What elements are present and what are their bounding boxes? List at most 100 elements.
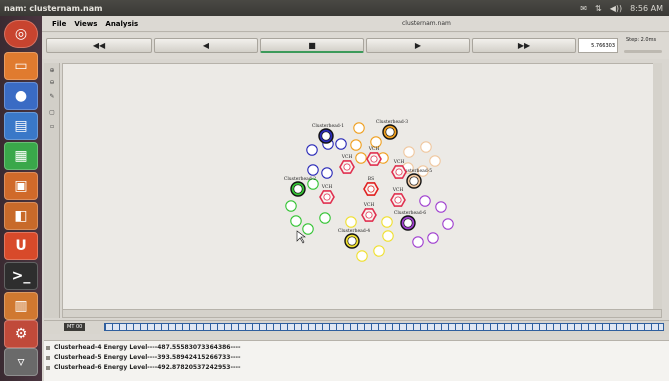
network-canvas[interactable]: Clusterhead-1 Clusterhead-3 Clusterhead-5 C… xyxy=(62,63,662,318)
software-center-icon[interactable]: ◧ xyxy=(4,202,38,230)
node-label: Clusterhead-4 xyxy=(338,228,370,234)
clusterhead-core[interactable] xyxy=(293,184,303,194)
window-title: nam: clusternam.nam xyxy=(4,3,103,13)
sensor-node[interactable] xyxy=(319,212,331,224)
sensor-node[interactable] xyxy=(350,139,362,151)
vch-node-core[interactable] xyxy=(343,163,351,171)
step-control[interactable]: Step: 2.0ms xyxy=(622,36,666,55)
sensor-node[interactable] xyxy=(307,164,319,176)
sensor-node[interactable] xyxy=(335,138,347,150)
clusterhead-core[interactable] xyxy=(409,176,419,186)
node-label: Clusterhead-6 xyxy=(394,210,426,216)
base-station-node-core[interactable] xyxy=(367,185,375,193)
zoom-in-icon[interactable]: ⊕ xyxy=(46,67,58,76)
edit-icon[interactable]: ✎ xyxy=(46,93,58,102)
files-icon[interactable]: ▭ xyxy=(4,52,38,80)
workspace-icon[interactable]: ▥ xyxy=(4,292,38,320)
log-line-2: Clusterhead-5 Energy Level----393.589424… xyxy=(54,354,241,361)
menu-views[interactable]: Views xyxy=(70,20,101,28)
node-label: Clusterhead-3 xyxy=(376,119,408,125)
clusterhead-core[interactable] xyxy=(385,127,395,137)
vertical-scrollbar[interactable] xyxy=(653,63,662,309)
log-marker xyxy=(46,366,50,370)
log-marker xyxy=(46,356,50,360)
node-label: BS xyxy=(368,176,374,182)
node-label: VCH xyxy=(341,154,353,160)
sensor-node[interactable] xyxy=(382,230,394,242)
sensor-node[interactable] xyxy=(381,216,393,228)
log-line-3: Clusterhead-6 Energy Level----492.878205… xyxy=(54,364,241,371)
sensor-node[interactable] xyxy=(321,167,333,179)
menu-file[interactable]: File xyxy=(48,20,70,28)
node-label: Clusterhead-1 xyxy=(312,123,344,129)
volume-icon[interactable]: ◀)) xyxy=(610,4,622,13)
launcher: ◎ ▭ ● ▤ ▦ ▣ ◧ U >_ ▥ ⚙ ▿ xyxy=(0,16,42,381)
time-display: 5.766303 xyxy=(578,38,618,53)
vch-node-core[interactable] xyxy=(394,196,402,204)
trash-icon[interactable]: ▿ xyxy=(4,348,38,376)
writer-icon[interactable]: ▤ xyxy=(4,112,38,140)
sensor-node[interactable] xyxy=(355,152,367,164)
network-icon[interactable]: ⇅ xyxy=(595,4,602,13)
sensor-node[interactable] xyxy=(442,218,454,230)
sensor-node[interactable] xyxy=(420,141,432,153)
top-panel: nam: clusternam.nam ✉ ⇅ ◀)) 8:56 AM xyxy=(0,0,669,16)
sensor-node[interactable] xyxy=(290,215,302,227)
sensor-node[interactable] xyxy=(429,155,441,167)
sensor-node[interactable] xyxy=(373,245,385,257)
impress-icon[interactable]: ▣ xyxy=(4,172,38,200)
firefox-icon[interactable]: ● xyxy=(4,82,38,110)
timeline-ticks[interactable] xyxy=(104,323,664,331)
clusterhead-core[interactable] xyxy=(403,218,413,228)
vch-node-core[interactable] xyxy=(365,211,373,219)
event-log: Clusterhead-4 Energy Level----487.555830… xyxy=(44,340,669,381)
clock[interactable]: 8:56 AM xyxy=(630,4,663,13)
sensor-node[interactable] xyxy=(370,136,382,148)
stop-button[interactable]: ■ xyxy=(260,38,364,53)
timeline[interactable]: MT 00 xyxy=(44,320,669,334)
sensor-node[interactable] xyxy=(435,201,447,213)
sensor-node[interactable] xyxy=(403,146,415,158)
sensor-node[interactable] xyxy=(353,122,365,134)
monitor-icon[interactable]: ▢ xyxy=(46,109,58,118)
node-label: Clusterhead-2 xyxy=(284,176,316,182)
node-label: VCH xyxy=(321,184,333,190)
sensor-node[interactable] xyxy=(306,144,318,156)
sensor-node[interactable] xyxy=(345,216,357,228)
log-marker xyxy=(46,346,50,350)
node-label: VCH xyxy=(368,146,380,152)
sensor-node[interactable] xyxy=(356,250,368,262)
sensor-node[interactable] xyxy=(285,200,297,212)
step-slider[interactable] xyxy=(624,50,662,53)
sensor-node[interactable] xyxy=(412,236,424,248)
ubuntu-one-icon[interactable]: U xyxy=(4,232,38,260)
terminal-icon[interactable]: >_ xyxy=(4,262,38,290)
sensor-node[interactable] xyxy=(419,195,431,207)
mail-icon[interactable]: ✉ xyxy=(580,4,587,13)
menu-analysis[interactable]: Analysis xyxy=(101,20,142,28)
node-label: VCH xyxy=(393,159,405,165)
settings-icon[interactable]: ⚙ xyxy=(4,320,38,348)
play-button[interactable]: ▶ xyxy=(366,38,470,53)
node-icon[interactable]: ▫ xyxy=(46,123,58,132)
step-back-button[interactable]: ◀ xyxy=(154,38,258,53)
calc-icon[interactable]: ▦ xyxy=(4,142,38,170)
playback-controls: ◀◀ ◀ ■ ▶ ▶▶ 5.766303 Step: 2.0ms xyxy=(42,33,669,59)
sensor-node[interactable] xyxy=(427,232,439,244)
zoom-out-icon[interactable]: ⊖ xyxy=(46,79,58,88)
log-line-1: Clusterhead-4 Energy Level----487.555830… xyxy=(54,344,241,351)
step-label: Step: 2.0ms xyxy=(626,37,657,43)
node-label: VCH xyxy=(392,187,404,193)
rewind-button[interactable]: ◀◀ xyxy=(46,38,152,53)
ubuntu-home-icon[interactable]: ◎ xyxy=(4,20,38,48)
clusterhead-core[interactable] xyxy=(347,236,357,246)
node-label: VCH xyxy=(363,202,375,208)
vch-node-core[interactable] xyxy=(370,155,378,163)
vch-node-core[interactable] xyxy=(395,168,403,176)
sensor-node[interactable] xyxy=(302,223,314,235)
horizontal-scrollbar[interactable] xyxy=(62,309,662,318)
vch-node-core[interactable] xyxy=(323,193,331,201)
fast-forward-button[interactable]: ▶▶ xyxy=(472,38,576,53)
network-graph[interactable]: Clusterhead-1Clusterhead-3Clusterhead-5C… xyxy=(63,64,661,317)
clusterhead-core[interactable] xyxy=(321,131,331,141)
